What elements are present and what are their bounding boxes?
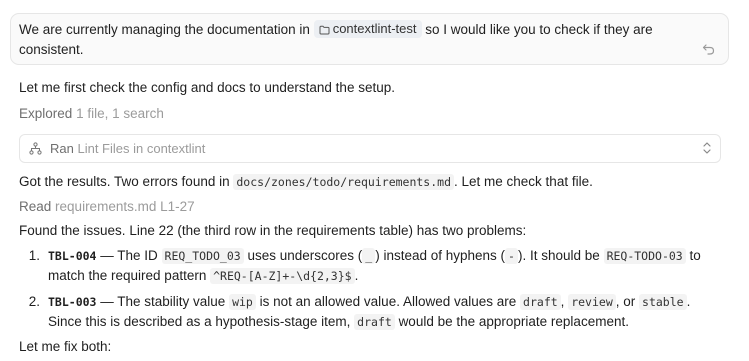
user-message: We are currently managing the documentat…	[10, 13, 729, 65]
inline-code: draft	[520, 294, 561, 310]
issue-text: ) instead of hyphens (	[375, 248, 506, 263]
inline-code: wip	[229, 294, 256, 310]
inline-code: draft	[354, 314, 395, 330]
issue-text: ,	[560, 294, 565, 309]
expand-chevron-icon[interactable]	[702, 141, 712, 155]
issue-text: would be the appropriate replacement.	[398, 314, 629, 329]
undo-icon[interactable]	[702, 43, 715, 55]
inline-code: -	[505, 248, 518, 264]
folder-chip[interactable]: contextlint-test	[313, 20, 422, 38]
issue-text: ). It should be	[517, 248, 600, 263]
issue-text: .	[354, 268, 359, 283]
inline-code: _	[362, 248, 376, 264]
assistant-intro: Let me first check the config and docs t…	[19, 80, 395, 95]
folder-chip-label: contextlint-test	[332, 21, 417, 36]
user-message-text-before: We are currently managing the documentat…	[19, 22, 310, 37]
ran-tool-text: Ran Lint Files in contextlint	[50, 141, 205, 156]
read-row[interactable]: Read requirements.md L1-27	[19, 199, 195, 214]
issue-item-2: 2. TBL-003 — The stability value wip is …	[29, 292, 732, 332]
issue-text: — The stability value	[100, 294, 226, 309]
inline-code: stable	[639, 294, 687, 310]
results-text-before: Got the results. Two errors found in	[19, 174, 230, 189]
issue-number: 1.	[28, 248, 40, 263]
read-label: Read	[19, 199, 52, 214]
ran-detail: Lint Files in contextlint	[77, 141, 206, 156]
results-text-after: . Let me check that file.	[454, 174, 593, 189]
results-file-path: docs/zones/todo/requirements.md	[233, 174, 455, 190]
issue-text: is not an allowed value. Allowed values …	[259, 294, 517, 309]
results-line: Got the results. Two errors found in doc…	[19, 174, 593, 190]
explored-label: Explored	[19, 106, 73, 121]
issue-item-1: 1. TBL-004 — The ID REQ_TODO_03 uses und…	[29, 246, 732, 286]
inline-code: REQ_TODO_03	[161, 248, 244, 264]
explored-row[interactable]: Explored 1 file, 1 search	[19, 106, 164, 121]
rule-id: TBL-004	[48, 249, 97, 263]
inline-code: ^REQ-[A-Z]+-\d{2,3}$	[210, 268, 355, 284]
explored-detail: 1 file, 1 search	[76, 106, 164, 121]
issue-text: — The ID	[100, 248, 158, 263]
issues-intro: Found the issues. Line 22 (the third row…	[19, 223, 527, 238]
ran-label: Ran	[50, 141, 74, 156]
issue-text: .	[686, 294, 691, 309]
inline-code: REQ-TODO-03	[603, 248, 686, 264]
rule-id: TBL-003	[48, 295, 97, 309]
issue-text: to	[689, 248, 701, 263]
closing-line: Let me fix both:	[19, 339, 112, 354]
ran-tool-panel[interactable]: Ran Lint Files in contextlint	[19, 134, 721, 163]
tree-icon	[29, 142, 42, 155]
issue-text: uses underscores (	[247, 248, 363, 263]
inline-code: review	[568, 294, 616, 310]
issue-text: match the required pattern	[48, 268, 207, 283]
folder-icon	[319, 25, 330, 35]
issue-text: , or	[615, 294, 636, 309]
issue-text: Since this is described as a hypothesis-…	[48, 314, 351, 329]
user-message-text: We are currently managing the documentat…	[19, 20, 669, 60]
read-detail: requirements.md L1-27	[55, 199, 195, 214]
issue-number: 2.	[28, 294, 40, 309]
